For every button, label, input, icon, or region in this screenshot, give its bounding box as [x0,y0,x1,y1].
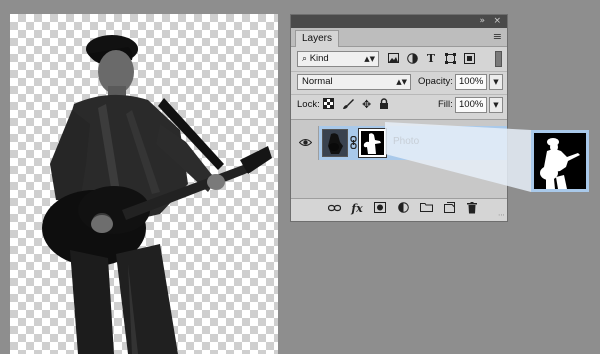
layer-mask-thumbnail[interactable] [358,128,387,158]
blend-row: Normal ▲▼ Opacity: 100% ▼ [291,71,507,92]
lock-all-icon[interactable] [379,98,389,114]
layer-list: Photo [291,119,507,200]
shape-icon[interactable] [444,52,456,64]
eye-icon [298,137,313,150]
layer-row-photo[interactable]: Photo [291,126,507,160]
add-mask-icon[interactable] [373,202,387,218]
resize-grip-icon[interactable]: ⋯ [498,211,505,219]
chevron-updown-icon: ▲▼ [396,78,407,86]
mask-link-icon[interactable] [350,135,357,152]
panel-menu-icon[interactable]: ≡ [493,30,502,43]
fill-input[interactable]: 100% [455,97,487,113]
layers-panel: » × Layers ≡ ⌕ Kind ▲▼ T Normal ▲▼ Opaci… [290,14,508,222]
search-icon: ⌕ [302,54,308,64]
link-layers-icon[interactable] [327,202,341,218]
lock-label: Lock: [297,99,320,110]
filter-kind-select[interactable]: ⌕ Kind ▲▼ [297,51,379,67]
fill-label: Fill: [438,99,453,110]
lock-pixels-icon[interactable] [342,98,354,114]
panel-bottom-toolbar: fx ⋯ [291,198,507,221]
collapse-icon[interactable]: » [479,16,485,27]
document-canvas[interactable] [10,14,278,354]
smart-object-icon[interactable] [463,52,475,64]
adjustment-layer-icon[interactable] [396,202,410,218]
lock-row: Lock: ✥ Fill: 100% ▼ [291,94,507,115]
type-icon[interactable]: T [425,52,437,65]
filter-toggle-switch[interactable] [495,51,502,67]
new-layer-icon[interactable] [442,202,456,218]
fill-slider-button[interactable]: ▼ [489,97,503,113]
close-icon[interactable]: × [493,16,501,27]
opacity-label: Opacity: [418,76,453,87]
panel-title-bar[interactable]: » × [291,15,507,28]
blend-mode-value: Normal [302,76,333,87]
photo-layer-image [42,35,272,354]
layer-name[interactable]: Photo [393,136,419,147]
tab-layers[interactable]: Layers [295,30,340,47]
trash-icon[interactable] [465,202,479,218]
opacity-slider-button[interactable]: ▼ [489,74,503,90]
filter-row: ⌕ Kind ▲▼ T [291,50,507,68]
layer-thumbnail[interactable] [322,129,348,157]
panel-tab-bar: Layers ≡ [291,28,507,47]
chevron-updown-icon: ▲▼ [364,55,375,63]
mask-zoom-preview [531,130,589,192]
adjustment-icon[interactable] [406,52,418,64]
new-group-icon[interactable] [419,202,433,218]
image-icon[interactable] [387,52,399,64]
kind-label: Kind [309,53,329,64]
blend-mode-select[interactable]: Normal ▲▼ [297,74,411,90]
visibility-toggle[interactable] [291,126,319,160]
fx-icon[interactable]: fx [350,202,364,218]
mask-silhouette-image [534,133,586,189]
lock-transparency-icon[interactable] [323,98,334,114]
lock-position-icon[interactable]: ✥ [362,98,371,114]
opacity-input[interactable]: 100% [455,74,487,90]
